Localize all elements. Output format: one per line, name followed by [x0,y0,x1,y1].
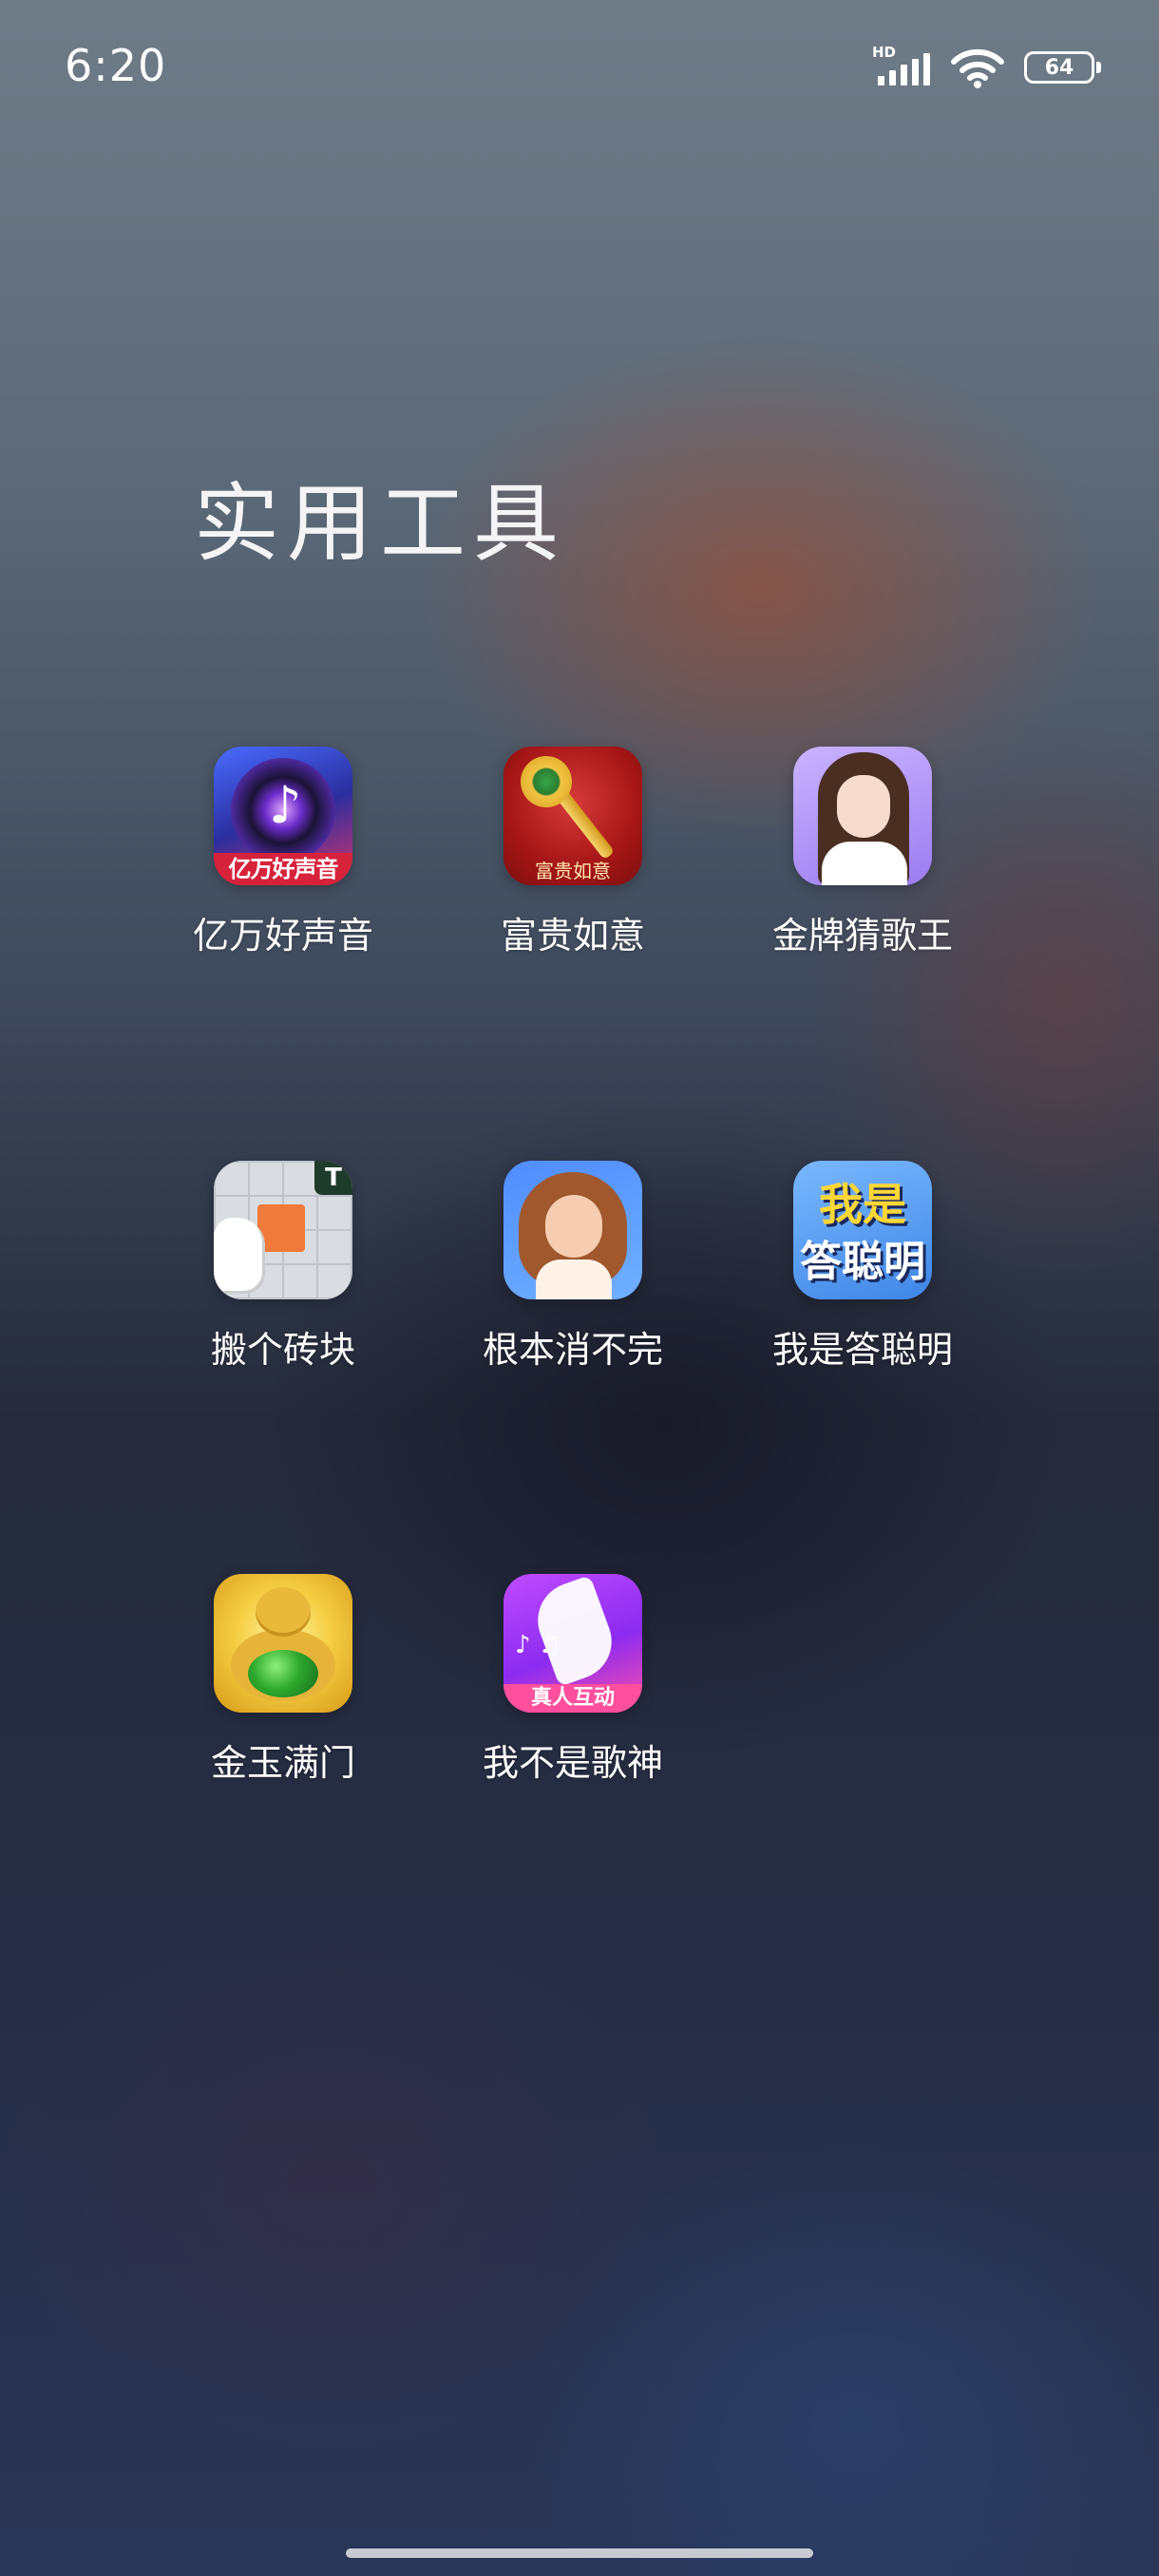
icon-banner-text: 亿万好声音 [214,853,352,885]
app-yiwan-haoshengyin[interactable]: ♪ 亿万好声音 亿万好声音 [160,747,407,958]
status-icons: HD 64 [872,44,1101,89]
icon-banner-text: 真人互动 [504,1684,642,1713]
ruyi-scepter-app-icon[interactable]: 富贵如意 [504,747,642,885]
music-disc-app-icon[interactable]: ♪ 亿万好声音 [214,747,352,885]
icon-tag-text: T [314,1161,352,1195]
status-bar: 6:20 HD 64 [0,0,1159,133]
app-wo-bushi-geshen[interactable]: ♪ ♫ 真人互动 我不是歌神 [449,1574,696,1786]
app-label: 我是答聪明 [771,1329,953,1371]
app-label: 我不是歌神 [482,1742,663,1784]
icon-title-text: 我是 [819,1179,906,1230]
app-fugui-ruyi[interactable]: 富贵如意 富贵如意 [449,747,696,958]
icon-subtitle-text: 答聪明 [800,1238,925,1286]
wifi-icon [951,48,1004,88]
quiz-app-icon[interactable]: 我是 答聪明 [793,1161,932,1299]
battery-icon: 64 [1024,51,1101,84]
app-label: 富贵如意 [500,915,645,957]
singer-girl-app-icon[interactable] [793,747,932,885]
golden-buddha-app-icon[interactable] [214,1574,352,1713]
brick-puzzle-app-icon[interactable]: T [214,1161,352,1299]
dancer-app-icon[interactable]: ♪ ♫ 真人互动 [504,1574,642,1713]
folder-title[interactable]: 实用工具 [194,454,566,578]
status-time: 6:20 [65,40,167,91]
app-ban-ge-zhuankuai[interactable]: T 搬个砖块 [160,1161,407,1373]
app-label: 亿万好声音 [192,915,373,957]
app-label: 金牌猜歌王 [771,915,953,957]
battery-level: 64 [1044,55,1074,80]
app-genben-xiaobuwan[interactable]: 根本消不完 [449,1161,696,1373]
app-woshi-dacongming[interactable]: 我是 答聪明 我是答聪明 [739,1161,986,1373]
app-label: 金玉满门 [210,1742,355,1784]
app-jinyu-manmen[interactable]: 金玉满门 [160,1574,407,1786]
signal-icon: HD [872,44,931,87]
app-label: 根本消不完 [482,1329,663,1371]
cartoon-girl-app-icon[interactable] [504,1161,642,1299]
app-label: 搬个砖块 [210,1329,355,1371]
home-indicator[interactable] [346,2548,813,2558]
app-jinpai-caigewang[interactable]: 金牌猜歌王 [739,747,986,958]
icon-banner-text: 富贵如意 [535,860,611,882]
